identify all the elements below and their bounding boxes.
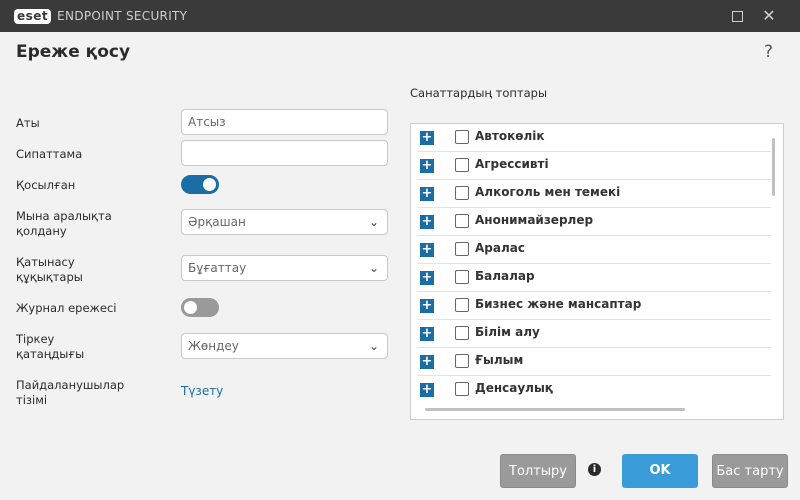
expand-plus-icon[interactable]: +	[420, 271, 434, 285]
checkbox[interactable]	[455, 354, 469, 368]
product-name: ENDPOINT SECURITY	[57, 9, 188, 23]
list-item[interactable]: + Денсаулық	[411, 376, 771, 404]
brand-badge: eset	[14, 8, 52, 24]
checkbox[interactable]	[455, 186, 469, 200]
expand-plus-icon[interactable]: +	[420, 355, 434, 369]
category-label: Денсаулық	[475, 381, 553, 395]
expand-plus-icon[interactable]: +	[420, 383, 434, 397]
category-label: Ғылым	[475, 353, 524, 367]
category-label: Білім алу	[475, 325, 540, 339]
checkbox[interactable]	[455, 242, 469, 256]
name-input[interactable]: Атсыз	[181, 109, 388, 135]
title-bar: eset ENDPOINT SECURITY ✕	[0, 0, 800, 32]
log-severity-select[interactable]: Жөндеу ⌄	[181, 333, 388, 359]
list-item[interactable]: + Агрессивті	[411, 152, 771, 180]
user-list-label: Пайдаланушылар тізімі	[16, 378, 125, 407]
expand-plus-icon[interactable]: +	[420, 215, 434, 229]
log-rule-toggle[interactable]	[181, 298, 219, 317]
list-item[interactable]: + Аралас	[411, 236, 771, 264]
apply-interval-select[interactable]: Әрқашан ⌄	[181, 209, 388, 235]
expand-plus-icon[interactable]: +	[420, 299, 434, 313]
name-label: Аты	[16, 116, 40, 130]
chevron-down-icon: ⌄	[368, 261, 379, 275]
category-label: Балалар	[475, 269, 535, 283]
list-item[interactable]: + Білім алу	[411, 320, 771, 348]
list-item[interactable]: + Ғылым	[411, 348, 771, 376]
checkbox[interactable]	[455, 158, 469, 172]
list-item[interactable]: + Анонимайзерлер	[411, 208, 771, 236]
ok-button[interactable]: OK	[622, 454, 698, 488]
fill-button[interactable]: Толтыру	[500, 454, 576, 488]
log-severity-label: Тіркеу қатаңдығы	[16, 332, 85, 361]
checkbox[interactable]	[455, 382, 469, 396]
checkbox[interactable]	[455, 270, 469, 284]
access-rights-value: Бұғаттау	[188, 261, 247, 275]
page-title: Ереже қосу	[16, 42, 131, 62]
toggle-knob	[203, 178, 216, 191]
chevron-down-icon: ⌄	[368, 339, 379, 353]
cancel-button[interactable]: Бас тарту	[712, 454, 788, 488]
description-label: Сипаттама	[16, 147, 83, 161]
chevron-down-icon: ⌄	[368, 215, 379, 229]
checkbox[interactable]	[455, 130, 469, 144]
expand-plus-icon[interactable]: +	[420, 131, 434, 145]
category-label: Агрессивті	[475, 157, 549, 171]
apply-interval-value: Әрқашан	[188, 215, 246, 229]
access-rights-select[interactable]: Бұғаттау ⌄	[181, 255, 388, 281]
expand-plus-icon[interactable]: +	[420, 327, 434, 341]
list-item[interactable]: + Балалар	[411, 264, 771, 292]
category-label: Бизнес және мансаптар	[475, 297, 642, 311]
enabled-label: Қосылған	[16, 178, 76, 192]
category-label: Анонимайзерлер	[475, 213, 594, 227]
log-severity-value: Жөндеу	[188, 339, 239, 353]
list-item[interactable]: + Бизнес және мансаптар	[411, 292, 771, 320]
help-icon[interactable]: ?	[764, 42, 773, 62]
checkbox[interactable]	[455, 298, 469, 312]
categories-list[interactable]: + Автокөлік + Агрессивті + Алкоголь мен тем…	[410, 123, 784, 420]
toggle-knob	[184, 301, 197, 314]
close-icon[interactable]: ✕	[759, 6, 779, 26]
maximize-icon[interactable]	[727, 6, 747, 26]
log-rule-label: Журнал ережесі	[16, 301, 117, 315]
list-item[interactable]: + Автокөлік	[411, 124, 771, 152]
category-label: Аралас	[475, 241, 525, 255]
edit-user-list-link[interactable]: Түзету	[181, 384, 223, 398]
access-rights-label: Қатынасу құқықтары	[16, 255, 83, 284]
vertical-scrollbar[interactable]	[772, 138, 775, 196]
eset-logo: eset ENDPOINT SECURITY	[14, 8, 187, 24]
description-input[interactable]	[181, 140, 388, 166]
expand-plus-icon[interactable]: +	[420, 187, 434, 201]
checkbox[interactable]	[455, 214, 469, 228]
category-label: Алкоголь мен темекі	[475, 185, 621, 199]
expand-plus-icon[interactable]: +	[420, 243, 434, 257]
info-icon[interactable]: i	[588, 463, 601, 476]
expand-plus-icon[interactable]: +	[420, 159, 434, 173]
enabled-toggle[interactable]	[181, 175, 219, 194]
list-item[interactable]: + Алкоголь мен темекі	[411, 180, 771, 208]
horizontal-scrollbar[interactable]	[425, 408, 685, 411]
categories-title: Санаттардың топтары	[410, 86, 548, 100]
checkbox[interactable]	[455, 326, 469, 340]
category-label: Автокөлік	[475, 129, 545, 143]
apply-interval-label: Мына аралықта қолдану	[16, 209, 112, 238]
